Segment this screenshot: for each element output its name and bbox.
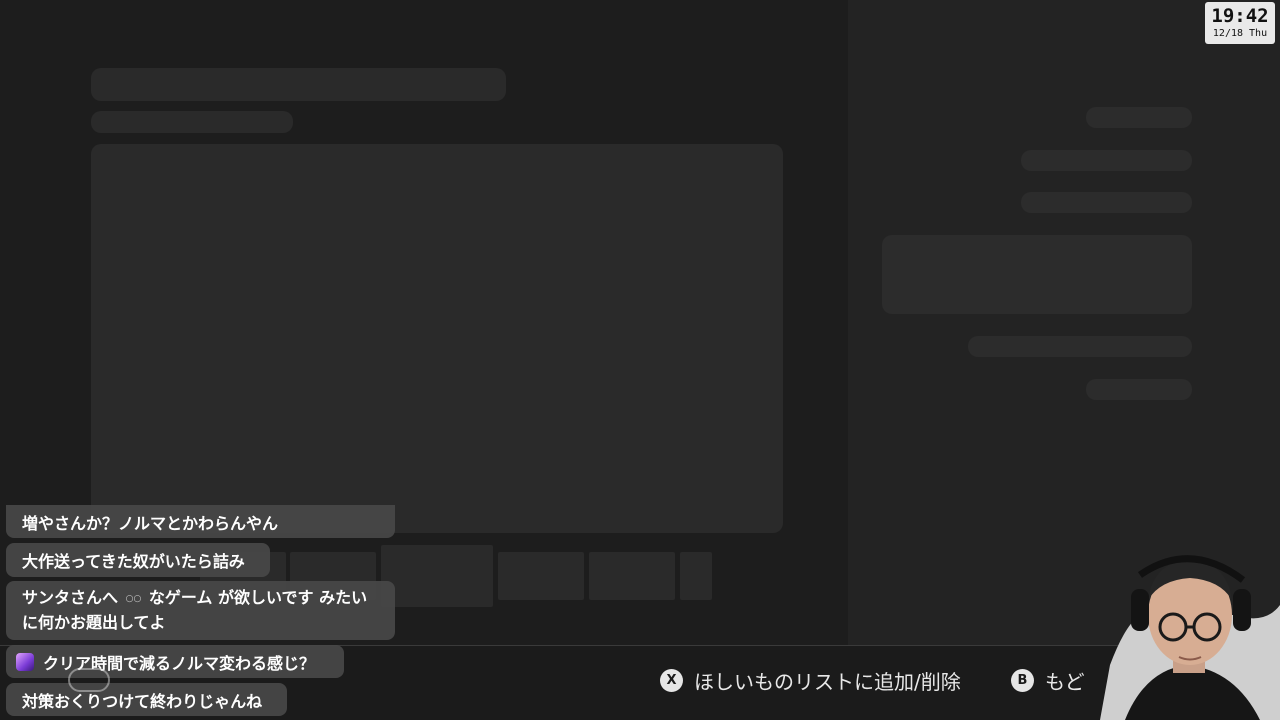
info-line-placeholder [1021,150,1192,171]
chat-emote: ○○ [125,593,142,604]
title-placeholder [91,68,506,101]
clock-time: 19:42 [1211,5,1269,27]
chat-message-text: 大作送ってきた奴がいたら詰み [22,552,245,571]
price-box-placeholder [882,235,1192,314]
chat-message: 増やさんか？ノルマとかわらんやん [6,505,395,538]
chat-message-text: 増やさんか？ノルマとかわらんやん [22,513,279,533]
user-avatar-icon [16,652,34,671]
gamepad-icon [68,668,110,692]
chat-message-text-wrap: サンタさんへ ○○ なゲーム が欲しいです みたい に何かお題出してよ [22,586,379,635]
b-button-icon: B [1011,669,1034,692]
system-clock: 19:42 12/18 Thu [1205,2,1275,44]
clock-date: 12/18 Thu [1212,28,1268,39]
hero-image-placeholder [91,144,783,533]
chat-message-text: 対策おくりつけて終わりじゃんね [22,691,263,711]
info-line-placeholder [1086,379,1192,400]
info-line-placeholder [1021,192,1192,213]
subtitle-placeholder [91,111,293,133]
chat-message: 対策おくりつけて終わりじゃんね [6,683,287,716]
chat-message: クリア時間で減るノルマ変わる感じ？ [6,645,344,678]
thumbnail-placeholder[interactable] [680,552,712,600]
streamer-webcam-image [1100,555,1280,720]
thumbnail-placeholder-selected[interactable] [381,545,493,607]
back-label: もど [1045,670,1085,694]
wishlist-toggle-hint[interactable]: X ほしいものリストに追加/削除 [660,666,961,695]
thumbnail-placeholder[interactable] [589,552,675,600]
info-line-placeholder [968,336,1192,357]
streamer-webcam [1095,545,1280,720]
chat-message-text: サンタさんへ [22,588,119,607]
x-button-icon: X [660,669,683,692]
thumbnail-placeholder[interactable] [498,552,584,600]
wishlist-toggle-label: ほしいものリストに追加/削除 [694,670,961,694]
chat-message: 大作送ってきた奴がいたら詰み [6,543,270,577]
chat-message: サンタさんへ ○○ なゲーム が欲しいです みたい に何かお題出してよ [6,581,395,640]
info-line-placeholder [1086,107,1192,128]
back-hint[interactable]: B もど [1011,666,1085,695]
